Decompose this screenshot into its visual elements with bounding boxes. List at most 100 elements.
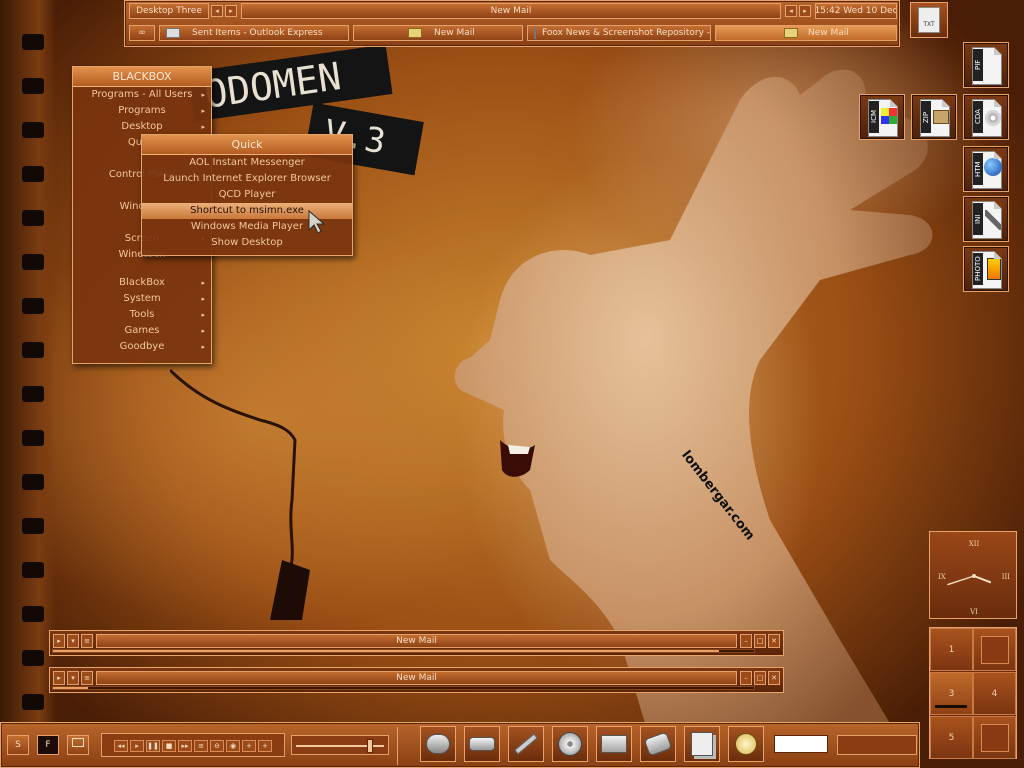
- window-stick-button[interactable]: ≡: [81, 671, 93, 685]
- desktop-icon-htm[interactable]: HTM: [963, 146, 1009, 192]
- documents-icon: [691, 732, 713, 756]
- window-list-button[interactable]: [67, 735, 89, 755]
- quicklaunch-button[interactable]: [640, 726, 676, 762]
- window-menu-button[interactable]: ▸: [53, 671, 65, 685]
- media-pause-button[interactable]: ❚❚: [146, 740, 160, 752]
- analog-clock: XII IX III VI: [929, 531, 1017, 619]
- power-icon: [735, 733, 757, 755]
- task-label: New Mail: [808, 28, 849, 38]
- clock-numeral-left: IX: [938, 573, 946, 581]
- tray-file-button[interactable]: TXT: [910, 2, 948, 38]
- folder-icon: [601, 735, 627, 753]
- taskbar-toggle-button[interactable]: ∞: [129, 25, 155, 41]
- close-button[interactable]: ✕: [768, 671, 780, 685]
- toolbar-clock[interactable]: 15:42 Wed 10 Dec: [815, 3, 897, 19]
- txt-file-icon: TXT: [918, 7, 940, 33]
- window-next-button[interactable]: ▸: [799, 5, 811, 17]
- menu-item-aol-instant-messenger[interactable]: AOL Instant Messenger: [142, 155, 352, 171]
- workspace-prev-button[interactable]: ◂: [211, 5, 223, 17]
- menu-item-system[interactable]: System: [73, 291, 211, 307]
- media-eject-button[interactable]: ⊖: [210, 740, 224, 752]
- window-shade-button[interactable]: ▾: [67, 634, 79, 648]
- maximize-button[interactable]: □: [754, 671, 766, 685]
- media-stop-button[interactable]: ■: [162, 740, 176, 752]
- pager-cell[interactable]: 4: [973, 672, 1016, 715]
- window-bar[interactable]: ▸ ▾ ≡ New Mail – □ ✕: [49, 630, 784, 656]
- menu-item-launch-internet-explorer[interactable]: Launch Internet Explorer Browser: [142, 171, 352, 187]
- cd-drive-icon: [643, 731, 673, 757]
- workspace-label[interactable]: Desktop Three: [129, 3, 209, 19]
- media-prev-button[interactable]: ◂◂: [114, 740, 128, 752]
- pager-cell[interactable]: 5: [930, 716, 973, 759]
- media-play-button[interactable]: ▸: [130, 740, 144, 752]
- window-title: New Mail: [96, 634, 737, 648]
- task-button-active[interactable]: New Mail: [715, 25, 897, 41]
- workspace-next-button[interactable]: ▸: [225, 5, 237, 17]
- window-menu-button[interactable]: ▸: [53, 634, 65, 648]
- focus-button[interactable]: F: [37, 735, 59, 755]
- minimize-button[interactable]: –: [740, 634, 752, 648]
- menu-item-games[interactable]: Games: [73, 323, 211, 339]
- volume-knob[interactable]: [367, 739, 374, 753]
- pager-cell-current[interactable]: 3: [930, 672, 973, 715]
- media-volume-up-button[interactable]: +: [242, 740, 256, 752]
- quicklaunch-button[interactable]: [552, 726, 588, 762]
- volume-slider[interactable]: [291, 735, 389, 755]
- quicklaunch-button[interactable]: [420, 726, 456, 762]
- window-prev-button[interactable]: ◂: [785, 5, 797, 17]
- task-label: Foox News & Screenshot Repository - ...: [542, 28, 711, 38]
- media-playlist-button[interactable]: ≡: [194, 740, 208, 752]
- film-strip-border: [0, 0, 56, 768]
- menu-item-qcd-player[interactable]: QCD Player: [142, 187, 352, 203]
- wrench-icon: [514, 733, 538, 755]
- start-button[interactable]: S: [7, 735, 29, 755]
- pager-cell[interactable]: 1: [930, 628, 973, 671]
- desktop-icon-pif[interactable]: PIF: [963, 42, 1009, 88]
- quicklaunch-bar: [397, 727, 411, 765]
- minimize-button[interactable]: –: [740, 671, 752, 685]
- clock-numeral-bottom: VI: [969, 608, 978, 616]
- menu-item-programs[interactable]: Programs: [73, 103, 211, 119]
- top-toolbar: Desktop Three ◂ ▸ New Mail ◂ ▸ 15:42 Wed…: [124, 0, 900, 47]
- pager-cell[interactable]: [973, 628, 1016, 671]
- pipe-icon: [426, 734, 450, 754]
- window-bar[interactable]: ▸ ▾ ≡ New Mail – □ ✕: [49, 667, 784, 693]
- desktop-icon-ini[interactable]: INI: [963, 196, 1009, 242]
- quicklaunch-button[interactable]: [508, 726, 544, 762]
- media-add-button[interactable]: +: [258, 740, 272, 752]
- pager-cell[interactable]: [973, 716, 1016, 759]
- quicklaunch-button[interactable]: [464, 726, 500, 762]
- task-button[interactable]: Foox News & Screenshot Repository - ...: [527, 25, 711, 41]
- close-button[interactable]: ✕: [768, 634, 780, 648]
- desktop-icon-photo[interactable]: PHOTO: [963, 246, 1009, 292]
- menu-item-tools[interactable]: Tools: [73, 307, 211, 323]
- desktop-icon-icm[interactable]: ICM: [859, 94, 905, 140]
- desktop-icon-cda[interactable]: CDA: [963, 94, 1009, 140]
- folder-icon: [408, 28, 422, 38]
- desktop-icon-zip[interactable]: ZIP: [911, 94, 957, 140]
- film-reel-icon: [558, 732, 582, 756]
- window-stick-button[interactable]: ≡: [81, 634, 93, 648]
- window-shade-button[interactable]: ▾: [67, 671, 79, 685]
- window-label[interactable]: New Mail: [241, 3, 781, 19]
- quicklaunch-button[interactable]: [684, 726, 720, 762]
- clock-hour-hand: [973, 575, 992, 584]
- menu-item-blackbox[interactable]: BlackBox: [73, 275, 211, 291]
- menu-item-goodbye[interactable]: Goodbye: [73, 339, 211, 355]
- media-next-button[interactable]: ▸▸: [178, 740, 192, 752]
- menu-item-desktop[interactable]: Desktop: [73, 119, 211, 135]
- menu-item-programs-all-users[interactable]: Programs - All Users: [73, 87, 211, 103]
- menu-item-show-desktop[interactable]: Show Desktop: [142, 235, 352, 251]
- task-label: New Mail: [434, 28, 475, 38]
- text-input[interactable]: [774, 735, 828, 753]
- task-button[interactable]: Sent Items - Outlook Express: [159, 25, 349, 41]
- maximize-button[interactable]: □: [754, 634, 766, 648]
- media-open-button[interactable]: ◉: [226, 740, 240, 752]
- clock-numeral-right: III: [1002, 573, 1011, 581]
- clock-minute-hand: [947, 575, 975, 586]
- quicklaunch-button[interactable]: [596, 726, 632, 762]
- task-button[interactable]: New Mail: [353, 25, 523, 41]
- quicklaunch-button[interactable]: [728, 726, 764, 762]
- tray-icons: [837, 735, 917, 755]
- quick-submenu: Quick AOL Instant Messenger Launch Inter…: [141, 134, 353, 256]
